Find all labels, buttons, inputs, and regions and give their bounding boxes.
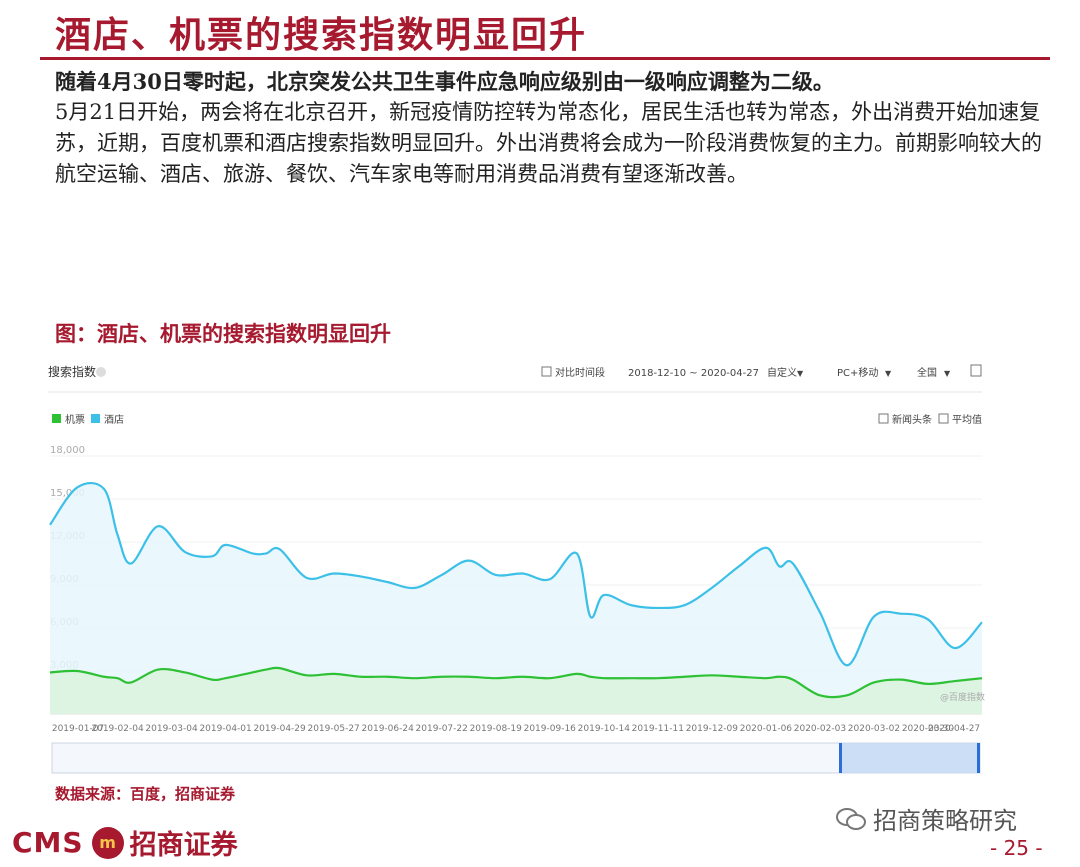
body-line-bold: 随着4月30日零时起，北京突发公共卫生事件应急响应级别由一级响应调整为二级。 [55, 69, 834, 94]
chart-svg: 搜索指数 对比时间段 2018-12-10 ~ 2020-04-27 自定义 ▼… [48, 364, 985, 774]
x-tick-label: 2019-04-29 [253, 724, 306, 734]
export-icon[interactable] [970, 364, 982, 377]
range-slider-left-handle[interactable] [839, 743, 842, 773]
x-tick-label: 2020-01-06 [740, 724, 793, 734]
x-tick-label: 2019-07-22 [416, 724, 468, 734]
news-checkbox[interactable] [878, 413, 889, 424]
x-tick-label: 2019-05-27 [307, 724, 359, 734]
watermark: @百度指数 [940, 691, 985, 703]
x-tick-label: 2019-03-04 [145, 724, 198, 734]
range-slider-window[interactable] [840, 743, 980, 773]
logo-badge-icon: m [91, 826, 124, 859]
legend-label-hotel[interactable]: 酒店 [104, 413, 124, 426]
panel-title: 搜索指数 [48, 364, 96, 379]
compare-label: 对比时间段 [555, 366, 605, 379]
custom-dropdown[interactable]: 自定义 [767, 366, 797, 379]
x-tick-label: 2020-02-03 [794, 724, 846, 734]
chevron-down-icon: ▼ [885, 369, 892, 378]
legend-swatch-flight [52, 414, 61, 423]
legend-swatch-hotel [91, 414, 100, 423]
wechat-icon [836, 807, 866, 830]
average-label: 平均值 [952, 413, 982, 426]
wechat-watermark: 招商策略研究 [835, 801, 1017, 836]
logo-text-latin: CMS [12, 826, 84, 859]
x-tick-label: 2019-06-24 [362, 724, 415, 734]
compare-checkbox[interactable] [541, 366, 552, 377]
series-areas [50, 483, 982, 714]
body-paragraph: 随着4月30日零时起，北京突发公共卫生事件应急响应级别由一级响应调整为二级。 5… [55, 66, 1055, 190]
range-slider-right-handle[interactable] [977, 743, 980, 773]
x-tick-label: 2019-12-09 [686, 724, 739, 734]
x-tick-label: 2019-08-19 [470, 724, 523, 734]
page-title: 酒店、机票的搜索指数明显回升 [55, 14, 588, 56]
legend-label-flight[interactable]: 机票 [65, 413, 85, 426]
title-divider [40, 57, 1050, 60]
figure-title: 图：酒店、机票的搜索指数明显回升 [55, 321, 391, 346]
x-tick-label: 2019-10-14 [578, 724, 631, 734]
help-icon[interactable] [96, 367, 106, 377]
x-tick-label: 2019-02-04 [91, 724, 144, 734]
wechat-account-name: 招商策略研究 [873, 807, 1017, 835]
data-source: 数据来源：百度，招商证券 [55, 785, 236, 803]
cms-logo: CMS m 招商证券 [12, 823, 238, 862]
y-tick-label: 18,000 [50, 445, 85, 456]
x-tick-label: 2019-04-01 [199, 724, 251, 734]
x-tick-label: 2019-11-11 [632, 724, 684, 734]
average-checkbox[interactable] [938, 413, 949, 424]
x-tick-label: 2019-09-16 [524, 724, 577, 734]
body-line-normal: 5月21日开始，两会将在北京召开，新冠疫情防控转为常态化，居民生活也转为常态，外… [55, 100, 1042, 186]
region-dropdown[interactable]: 全国 [917, 366, 937, 379]
page-number: - 25 - [990, 836, 1043, 860]
x-tick-label: 2020-03-02 [848, 724, 900, 734]
x-tick-labels: 2019-01-072019-02-04 2019-03-04 2019-04-01… [52, 724, 980, 734]
chevron-down-icon: ▼ [944, 369, 951, 378]
baidu-index-chart: 搜索指数 对比时间段 2018-12-10 ~ 2020-04-27 自定义 ▼… [40, 350, 990, 785]
device-dropdown[interactable]: PC+移动 [837, 366, 878, 379]
logo-text-chinese: 招商证券 [129, 830, 238, 861]
date-range[interactable]: 2018-12-10 ~ 2020-04-27 [628, 368, 759, 379]
x-tick-label: 2020-04-27 [928, 724, 980, 734]
news-label: 新闻头条 [892, 413, 932, 426]
chevron-down-icon: ▼ [797, 369, 804, 378]
